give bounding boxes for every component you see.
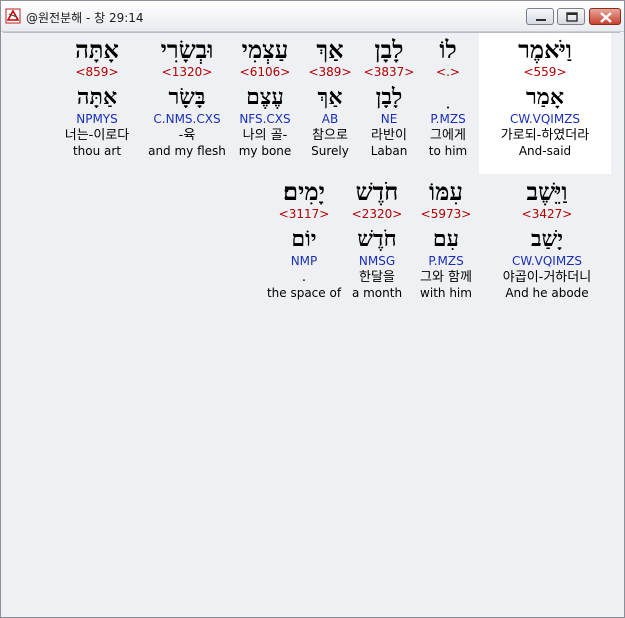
hebrew-word: עַצְמִי [241, 35, 289, 64]
minimize-icon [536, 19, 546, 21]
title-bar[interactable]: @원전분해 - 창 29:14 [1, 1, 624, 32]
word-column[interactable]: וּבְשָׂרִי <1320> בָּשָׂר C.NMS.CXS -육 a… [145, 37, 229, 159]
hebrew-lemma: אַתָּה [76, 84, 118, 110]
strong-number: <6106> [239, 65, 291, 79]
word-column[interactable]: יָמִים׃ <3117> יוֹם NMP . the space of [265, 179, 343, 301]
word-column[interactable]: וַיֹּאמֶר <559> אָמַר CW.VQIMZS 가로되-하였더라… [479, 37, 611, 159]
close-icon [600, 12, 612, 23]
hebrew-lemma: יוֹם [291, 226, 317, 252]
window-title: @원전분해 - 창 29:14 [26, 11, 144, 25]
english-gloss: my bone [238, 144, 292, 158]
korean-gloss: 야곱이-거하더니 [502, 270, 592, 285]
hebrew-word: וַיֹּאמֶר [518, 35, 572, 64]
hebrew-word: וַיֵּשֶׁב [526, 177, 568, 206]
strong-number: <3427> [521, 207, 573, 221]
strong-number: <2320> [351, 207, 403, 221]
hebrew-lemma: עִם [432, 226, 460, 252]
korean-gloss: 너는-이로다 [64, 128, 130, 143]
korean-gloss: 그에게 [430, 128, 466, 143]
english-gloss: And-said [518, 144, 572, 158]
morph-code: CW.VQIMZS [509, 112, 581, 126]
morph-code: C.NMS.CXS [153, 112, 221, 126]
korean-gloss: -육 [178, 128, 196, 143]
word-column[interactable]: אָתָּה <859> אַתָּה NPMYS 너는-이로다 thou ar… [55, 37, 139, 159]
morph-code: NE [380, 112, 398, 126]
analysis-panel[interactable]: וַיֹּאמֶר <559> אָמַר CW.VQIMZS 가로되-하였더라… [3, 32, 620, 614]
strong-number: <3837> [363, 65, 415, 79]
morph-code: AB [321, 112, 339, 126]
hebrew-word: אָתָּה [75, 35, 119, 64]
hebrew-lemma: בָּשָׂר [168, 84, 206, 110]
korean-gloss: . [301, 270, 307, 285]
english-gloss: the space of [266, 286, 342, 300]
strong-number: <389> [308, 65, 352, 79]
morph-code: P.MZS [428, 254, 464, 268]
korean-gloss: 그와 함께 [420, 270, 472, 285]
korean-gloss: 가로되-하였더라 [500, 128, 590, 143]
strong-number: <859> [75, 65, 119, 79]
hebrew-lemma: לָבָן [375, 84, 403, 110]
hebrew-word: לָבָן [374, 35, 404, 64]
english-gloss: Surely [311, 144, 349, 158]
word-column[interactable]: לוֹ <.> ׅ P.MZS 그에게 to him [419, 37, 477, 159]
korean-gloss: 나의 골- [242, 128, 288, 143]
morph-code: NFS.CXS [239, 112, 291, 126]
hebrew-word: לוֹ [439, 35, 457, 64]
english-gloss: and my flesh [148, 144, 226, 158]
hebrew-word: עִמּוֹ [429, 177, 463, 206]
hebrew-word: אַךְ [316, 35, 344, 64]
strong-number: <559> [523, 65, 567, 79]
close-button[interactable] [589, 8, 621, 25]
english-gloss: And he abode [505, 286, 589, 300]
korean-gloss: 한달을 [359, 270, 395, 285]
hebrew-word: יָמִים׃ [283, 177, 325, 206]
morph-code: NMSG [358, 254, 396, 268]
korean-gloss: 참으로 [312, 128, 348, 143]
hebrew-lemma: חֹדֶשׁ [357, 226, 397, 252]
app-window: @원전분해 - 창 29:14 וַיֹּאמֶר <559> אָמַר CW… [0, 0, 625, 618]
morph-code: P.MZS [430, 112, 466, 126]
strong-number: <1320> [161, 65, 213, 79]
hebrew-lemma: יָשַׁב [531, 226, 563, 252]
english-gloss: Laban [370, 144, 408, 158]
word-column[interactable]: אַךְ <389> אַךְ AB 참으로 Surely [301, 37, 359, 159]
hebrew-word: וּבְשָׂרִי [160, 35, 214, 64]
english-gloss: thou art [72, 144, 122, 158]
hebrew-lemma: ׅ [419, 84, 477, 112]
minimize-button[interactable] [526, 8, 554, 25]
english-gloss: to him [428, 144, 468, 158]
maximize-icon [566, 12, 578, 22]
hebrew-word: חֹדֶשׁ [355, 177, 399, 206]
word-column[interactable]: חֹדֶשׁ <2320> חֹדֶשׁ NMSG 한달을 a month [345, 179, 409, 301]
word-column[interactable]: לָבָן <3837> לָבָן NE 라반이 Laban [360, 37, 418, 159]
morph-code: NPMYS [76, 112, 118, 126]
word-column[interactable]: עִמּוֹ <5973> עִם P.MZS 그와 함께 with him [411, 179, 481, 301]
english-gloss: a month [351, 286, 403, 300]
hebrew-lemma: עֶצֶם [246, 84, 284, 110]
korean-gloss: 라반이 [371, 128, 407, 143]
maximize-button[interactable] [557, 8, 585, 25]
english-gloss: with him [420, 286, 472, 300]
app-icon [5, 8, 21, 24]
hebrew-lemma: אַךְ [317, 84, 343, 110]
hebrew-lemma: אָמַר [526, 84, 564, 110]
morph-code: CW.VQIMZS [511, 254, 583, 268]
word-column[interactable]: וַיֵּשֶׁב <3427> יָשַׁב CW.VQIMZS 야곱이-거하… [483, 179, 611, 301]
strong-number: <.> [436, 65, 460, 79]
word-column[interactable]: עַצְמִי <6106> עֶצֶם NFS.CXS 나의 골- my bo… [231, 37, 299, 159]
morph-code: NMP [290, 254, 318, 268]
strong-number: <3117> [278, 207, 330, 221]
strong-number: <5973> [420, 207, 472, 221]
